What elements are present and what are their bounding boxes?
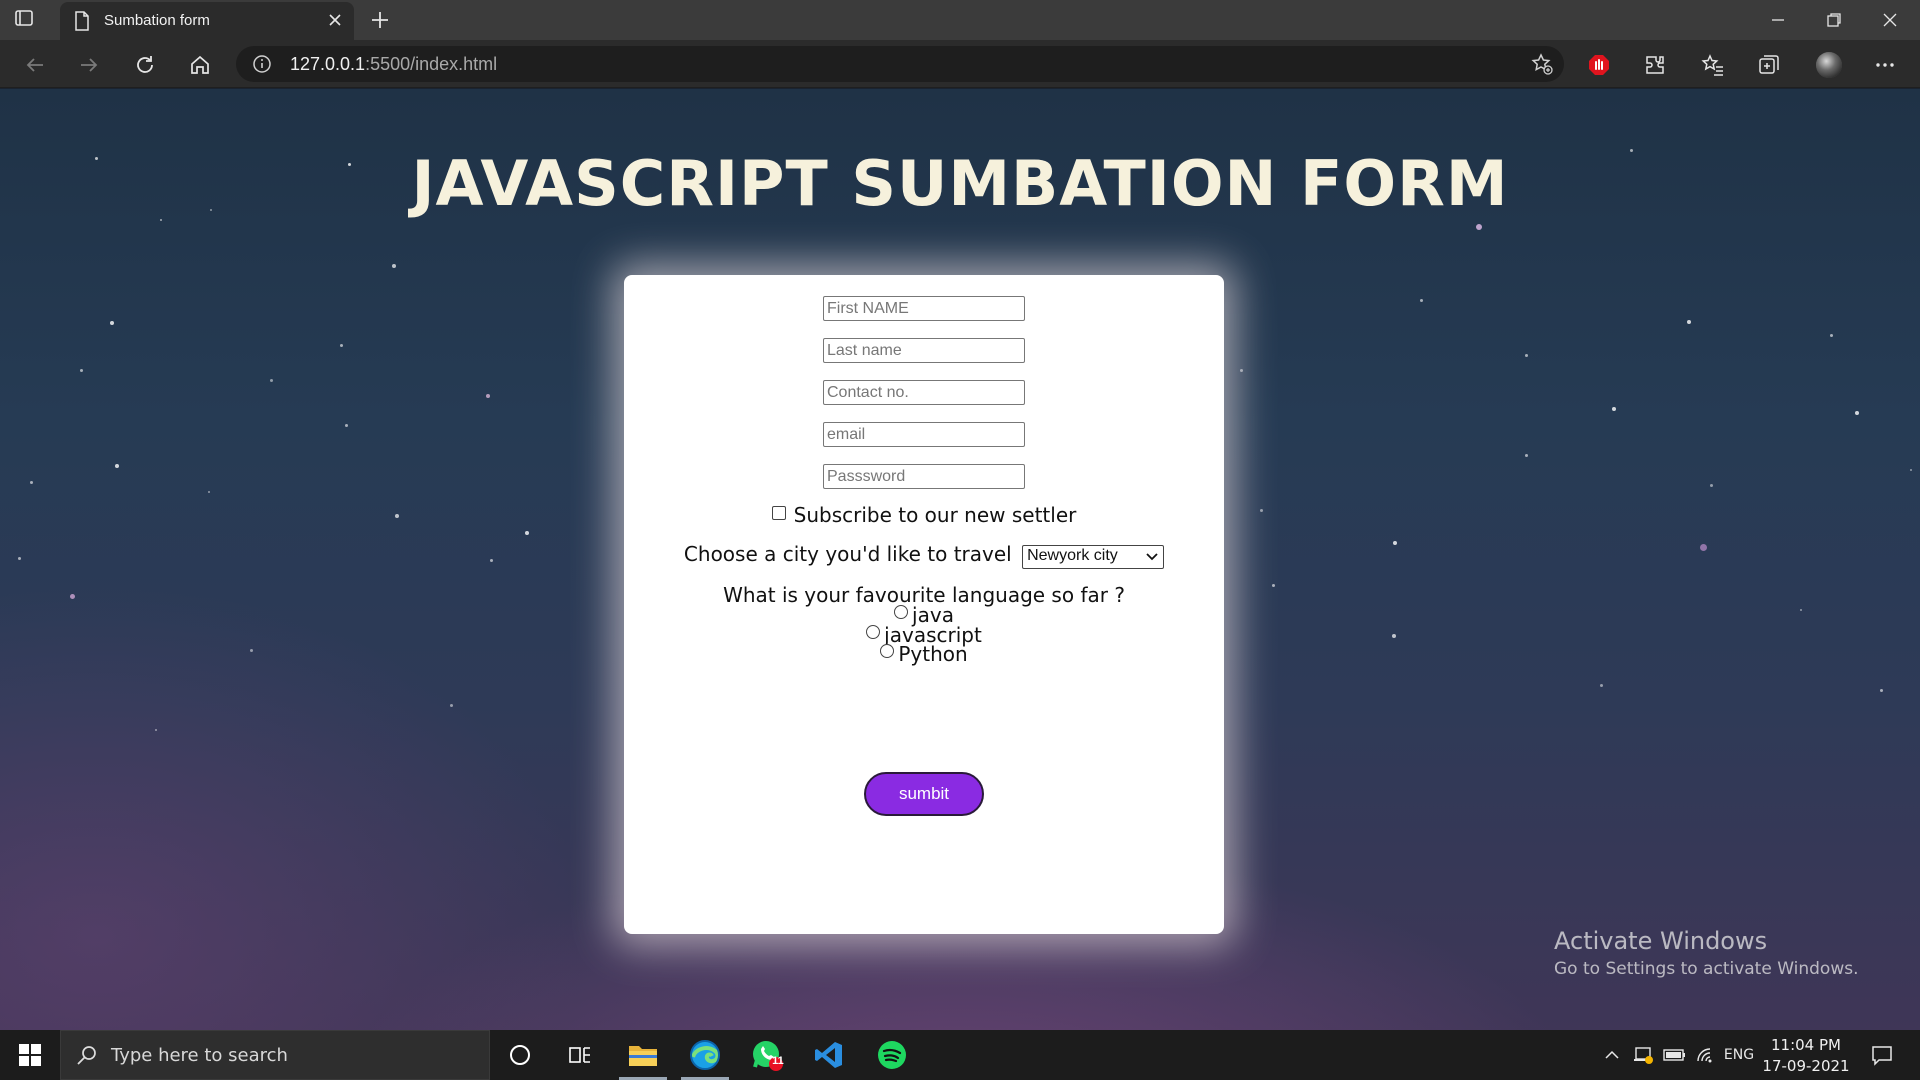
- taskbar: Type here to search 11 ENG 11:04 PM 17-0…: [0, 1030, 1920, 1080]
- form-card: Subscribe to our new settler Choose a ci…: [624, 275, 1224, 934]
- restore-icon[interactable]: [1806, 0, 1862, 40]
- site-info-icon[interactable]: [252, 54, 272, 78]
- language-option-python: Python: [624, 642, 1224, 666]
- last-name-field[interactable]: [823, 338, 1025, 363]
- radio-python[interactable]: [880, 644, 895, 658]
- subscribe-checkbox[interactable]: [771, 506, 786, 520]
- device-manager-icon[interactable]: [1628, 1030, 1658, 1080]
- clock-time: 11:04 PM: [1771, 1036, 1841, 1054]
- language-label-python: Python: [898, 642, 968, 666]
- page-background: JAVASCRIPT SUMBATION FORM Subscribe to o…: [0, 89, 1920, 1030]
- show-hidden-icons-icon[interactable]: [1600, 1030, 1624, 1080]
- subscribe-label: Subscribe to our new settler: [793, 503, 1077, 527]
- activate-subtitle: Go to Settings to activate Windows.: [1554, 959, 1859, 979]
- browser-tab[interactable]: Sumbation form: [60, 2, 354, 40]
- refresh-icon[interactable]: [130, 50, 160, 80]
- url-host: 127.0.0.1: [290, 54, 366, 74]
- input-language[interactable]: ENG: [1722, 1030, 1756, 1080]
- first-name-field[interactable]: [823, 296, 1025, 321]
- adblock-extension-icon[interactable]: [1584, 50, 1614, 80]
- close-tab-icon[interactable]: [326, 11, 344, 33]
- document-icon: [74, 11, 90, 35]
- city-row: Choose a city you'd like to travel Newyo…: [624, 542, 1224, 569]
- password-field[interactable]: [823, 464, 1025, 489]
- search-icon: [75, 1044, 99, 1072]
- minimize-icon[interactable]: [1750, 0, 1806, 40]
- favorites-icon[interactable]: [1698, 50, 1728, 80]
- tab-title: Sumbation form: [104, 12, 210, 29]
- subscribe-row: Subscribe to our new settler: [624, 503, 1224, 527]
- edge-browser-icon[interactable]: [675, 1030, 735, 1080]
- browser-toolbar: 127.0.0.1:5500/index.html: [0, 40, 1920, 88]
- url-text[interactable]: 127.0.0.1:5500/index.html: [290, 54, 497, 75]
- city-select[interactable]: Newyork city: [1022, 545, 1165, 569]
- tab-actions-icon[interactable]: [14, 8, 46, 32]
- back-arrow-icon[interactable]: [20, 50, 50, 80]
- url-path: :5500/index.html: [365, 54, 498, 74]
- file-explorer-icon[interactable]: [613, 1030, 673, 1080]
- browser-tab-bar: Sumbation form: [0, 0, 1920, 40]
- battery-icon[interactable]: [1660, 1030, 1690, 1080]
- system-clock[interactable]: 11:04 PM 17-09-2021: [1756, 1035, 1856, 1077]
- city-selected-value: Newyork city: [1027, 547, 1118, 564]
- whatsapp-badge: 11: [772, 1055, 784, 1067]
- wifi-icon[interactable]: [1692, 1030, 1720, 1080]
- new-tab-icon[interactable]: [368, 8, 392, 36]
- task-view-icon[interactable]: [550, 1030, 610, 1080]
- profile-avatar[interactable]: [1814, 50, 1844, 80]
- radio-javascript[interactable]: [866, 625, 881, 639]
- collections-icon[interactable]: [1754, 50, 1784, 80]
- home-icon[interactable]: [185, 50, 215, 80]
- spotify-icon[interactable]: [862, 1030, 922, 1080]
- search-placeholder: Type here to search: [111, 1045, 288, 1066]
- activate-windows-watermark: Activate Windows Go to Settings to activ…: [1554, 927, 1859, 979]
- page-title: JAVASCRIPT SUMBATION FORM: [411, 147, 1509, 220]
- whatsapp-icon[interactable]: 11: [737, 1030, 797, 1080]
- add-favorite-icon[interactable]: [1530, 52, 1554, 80]
- address-bar[interactable]: 127.0.0.1:5500/index.html: [236, 46, 1564, 82]
- city-label: Choose a city you'd like to travel: [683, 542, 1012, 566]
- notification-center-icon[interactable]: [1862, 1030, 1902, 1080]
- email-field[interactable]: [823, 422, 1025, 447]
- close-window-icon[interactable]: [1862, 0, 1918, 40]
- more-options-icon[interactable]: [1870, 50, 1900, 80]
- vscode-icon[interactable]: [799, 1030, 859, 1080]
- activate-title: Activate Windows: [1554, 927, 1768, 955]
- radio-java[interactable]: [894, 605, 909, 619]
- cortana-icon[interactable]: [490, 1030, 550, 1080]
- chevron-down-icon: [1145, 550, 1159, 569]
- forward-arrow-icon[interactable]: [74, 50, 104, 80]
- contact-field[interactable]: [823, 380, 1025, 405]
- windows-start-icon[interactable]: [0, 1030, 60, 1080]
- submit-button[interactable]: sumbit: [864, 772, 984, 816]
- clock-date: 17-09-2021: [1762, 1057, 1850, 1075]
- taskbar-search[interactable]: Type here to search: [60, 1030, 490, 1080]
- extensions-icon[interactable]: [1640, 50, 1670, 80]
